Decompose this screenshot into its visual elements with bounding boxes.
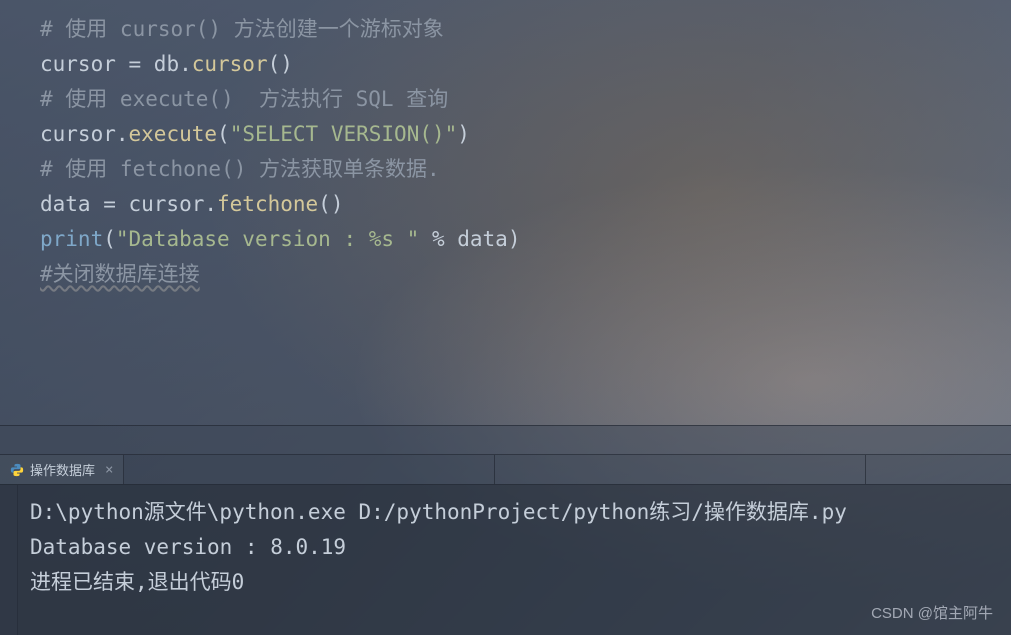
console-line: 进程已结束,退出代码0: [30, 565, 981, 600]
code-line: # 使用 cursor() 方法创建一个游标对象: [40, 12, 971, 47]
tab-divider: [494, 455, 495, 484]
console-output[interactable]: D:\python源文件\python.exe D:/pythonProject…: [0, 485, 1011, 635]
tab-divider: [865, 455, 866, 484]
code-line: # 使用 execute() 方法执行 SQL 查询: [40, 82, 971, 117]
code-editor[interactable]: # 使用 cursor() 方法创建一个游标对象 cursor = db.cur…: [0, 0, 1011, 425]
panel-divider[interactable]: [0, 425, 1011, 455]
close-icon[interactable]: ×: [105, 462, 113, 478]
console-gutter: [0, 485, 18, 635]
code-line: cursor.execute("SELECT VERSION()"): [40, 117, 971, 152]
console-line: Database version : 8.0.19: [30, 530, 981, 565]
watermark: CSDN @馆主阿牛: [871, 602, 993, 623]
console-tab-bar: 操作数据库 ×: [0, 455, 1011, 485]
code-line: # 使用 fetchone() 方法获取单条数据.: [40, 152, 971, 187]
code-line: #关闭数据库连接: [40, 257, 971, 292]
python-icon: [10, 463, 24, 477]
console-line: D:\python源文件\python.exe D:/pythonProject…: [30, 495, 981, 530]
code-line: print("Database version : %s " % data): [40, 222, 971, 257]
code-line: data = cursor.fetchone(): [40, 187, 971, 222]
console-tab[interactable]: 操作数据库 ×: [0, 455, 124, 484]
tab-label: 操作数据库: [30, 460, 95, 479]
code-line: cursor = db.cursor(): [40, 47, 971, 82]
